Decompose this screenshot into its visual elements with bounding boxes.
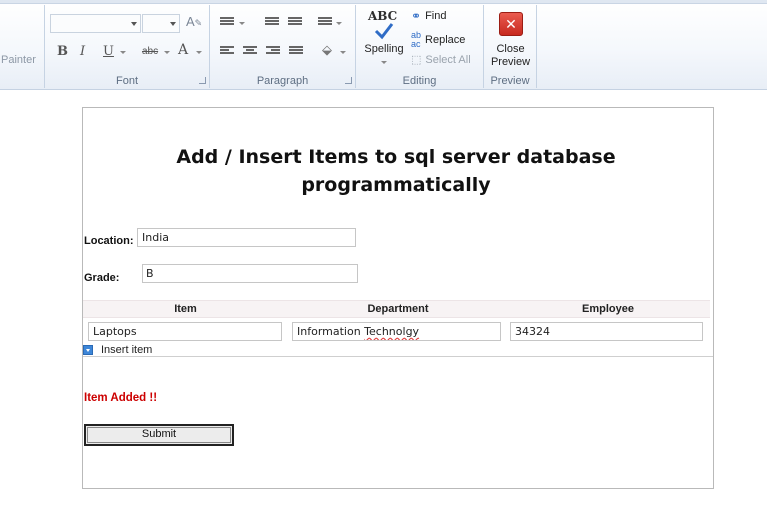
clipboard-group: Painter — [0, 5, 45, 88]
font-color-dropdown-icon[interactable] — [196, 51, 202, 54]
underline-dropdown-icon[interactable] — [120, 51, 126, 54]
replace-button[interactable]: ab ac Replace — [411, 31, 465, 49]
location-input[interactable]: India — [137, 228, 356, 247]
close-icon: ✕ — [499, 12, 523, 36]
font-size-combo[interactable] — [142, 14, 180, 33]
location-label: Location: — [84, 235, 134, 247]
close-preview-label-line1: Close — [496, 43, 525, 55]
editing-group-label: Editing — [402, 75, 437, 87]
editing-group: ABC Spelling ⚭ Find ab ac Replace ⬚ Selec… — [356, 5, 484, 88]
line-spacing-icon[interactable] — [318, 17, 332, 29]
align-right-icon[interactable] — [266, 46, 280, 58]
insert-item-label: Insert item — [101, 344, 153, 356]
highlight-dropdown-icon[interactable] — [164, 51, 170, 54]
select-all-label: Select All — [425, 53, 471, 66]
select-all-button[interactable]: ⬚ Select All — [411, 53, 471, 67]
insert-item-link[interactable]: Insert item — [83, 344, 152, 356]
align-left-icon[interactable] — [220, 46, 234, 58]
table-header: Item Department Employee — [83, 300, 710, 318]
employee-input[interactable]: 34324 — [510, 322, 703, 341]
font-group: A✎ B I U abc A Font — [45, 5, 210, 88]
clear-formatting-icon[interactable]: A✎ — [186, 15, 202, 30]
underline-button[interactable]: U — [103, 45, 114, 59]
department-text: Information — [297, 325, 365, 338]
justify-icon[interactable] — [289, 46, 303, 58]
find-button[interactable]: ⚭ Find — [411, 9, 446, 23]
paragraph-dialog-launcher[interactable] — [345, 77, 352, 84]
select-all-icon: ⬚ — [411, 54, 422, 66]
spelling-abc-glyph: ABC — [368, 9, 398, 23]
shading-dropdown-icon[interactable] — [340, 51, 346, 54]
preview-group-label: Preview — [490, 75, 530, 87]
spelling-label: Spelling — [364, 43, 404, 55]
preview-group: ✕ Close Preview Preview — [484, 5, 537, 88]
bullets-icon[interactable] — [220, 17, 234, 29]
column-header-employee: Employee — [582, 303, 634, 315]
close-preview-button[interactable]: ✕ Close Preview — [486, 7, 535, 71]
spelling-check-icon — [374, 23, 394, 40]
paragraph-group: ⬙ Paragraph — [210, 5, 356, 88]
align-center-icon[interactable] — [243, 46, 257, 58]
highlight-button[interactable]: abc — [142, 45, 158, 59]
grade-label: Grade: — [84, 272, 120, 284]
form-canvas: Add / Insert Items to sql server databas… — [82, 107, 714, 489]
shading-icon[interactable]: ⬙ — [322, 43, 332, 57]
status-message: Item Added !! — [84, 392, 158, 404]
increase-indent-icon[interactable] — [288, 17, 302, 29]
font-group-label: Font — [115, 75, 138, 87]
column-header-department: Department — [367, 303, 429, 315]
column-header-item: Item — [174, 303, 197, 315]
find-label: Find — [425, 10, 447, 22]
submit-button[interactable]: Submit — [84, 424, 234, 446]
bullets-dropdown-icon[interactable] — [239, 22, 245, 25]
spelling-dropdown-icon — [381, 61, 387, 64]
font-dialog-launcher[interactable] — [199, 77, 206, 84]
grade-input[interactable]: B — [142, 264, 358, 283]
replace-icon: ab ac — [411, 30, 422, 49]
expand-down-icon — [83, 345, 93, 355]
close-preview-label-line2: Preview — [490, 56, 531, 68]
format-painter-label[interactable]: Painter — [1, 54, 36, 66]
bold-button[interactable]: B — [57, 45, 68, 59]
line-spacing-dropdown-icon[interactable] — [336, 22, 342, 25]
decrease-indent-icon[interactable] — [265, 17, 279, 29]
department-input[interactable]: Information Technolgy — [292, 322, 501, 341]
font-name-combo[interactable] — [50, 14, 141, 33]
department-misspelled-word: Technolgy — [364, 325, 420, 338]
binoculars-icon: ⚭ — [411, 9, 422, 23]
page-title: Add / Insert Items to sql server databas… — [176, 146, 616, 196]
table-divider — [83, 356, 713, 357]
italic-button[interactable]: I — [80, 45, 85, 59]
replace-label: Replace — [425, 34, 466, 46]
item-input[interactable]: Laptops — [88, 322, 282, 341]
ribbon: Painter A✎ B I U abc A Font ⬙ Paragraph — [0, 0, 767, 90]
font-color-button[interactable]: A — [178, 43, 188, 57]
ribbon-top-line — [0, 0, 767, 4]
items-table: Item Department Employee Laptops Informa… — [83, 300, 713, 360]
spelling-button[interactable]: ABC Spelling — [362, 7, 406, 73]
close-preview-label: Close Preview — [486, 43, 535, 69]
paragraph-group-label: Paragraph — [256, 75, 309, 87]
